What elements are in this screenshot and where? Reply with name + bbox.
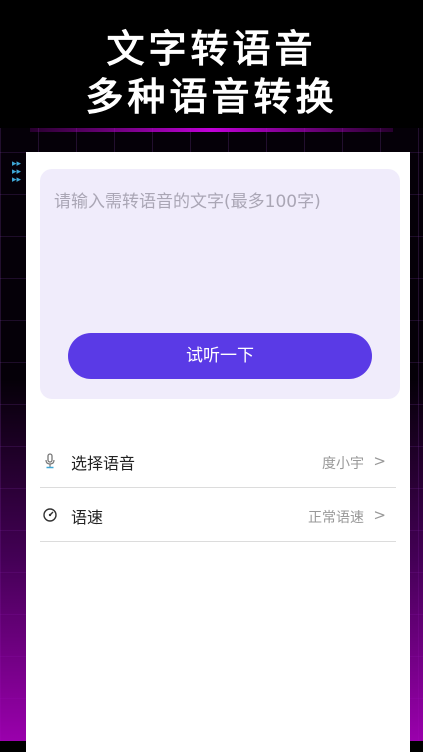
text-input-placeholder: 请输入需转语音的文字(最多100字): [54, 192, 321, 212]
try-listen-button[interactable]: 试听一下: [68, 333, 372, 379]
select-voice-value: 度小宇: [322, 456, 364, 472]
header-neon-line: [30, 128, 393, 132]
microphone-icon: [45, 453, 55, 469]
speech-speed-value: 正常语速: [308, 510, 364, 526]
arrow-decoration-icon: ▸▸ ▸▸ ▸▸: [12, 159, 22, 185]
title-line-1: 文字转语音: [106, 26, 317, 71]
text-input-area[interactable]: 请输入需转语音的文字(最多100字) 试听一下: [40, 169, 400, 399]
content-card: 请输入需转语音的文字(最多100字) 试听一下 选择语音 度小宇 > 语速 正常…: [26, 152, 410, 752]
select-voice-label: 选择语音: [71, 454, 136, 473]
speech-speed-row[interactable]: 语速 正常语速 >: [40, 488, 396, 542]
title-line-2: 多种语音转换: [85, 74, 338, 119]
speech-speed-label: 语速: [71, 508, 104, 527]
chevron-right-icon: >: [373, 506, 386, 524]
speedometer-icon: [43, 508, 57, 522]
chevron-right-icon: >: [373, 452, 386, 470]
select-voice-row[interactable]: 选择语音 度小宇 >: [40, 434, 396, 488]
